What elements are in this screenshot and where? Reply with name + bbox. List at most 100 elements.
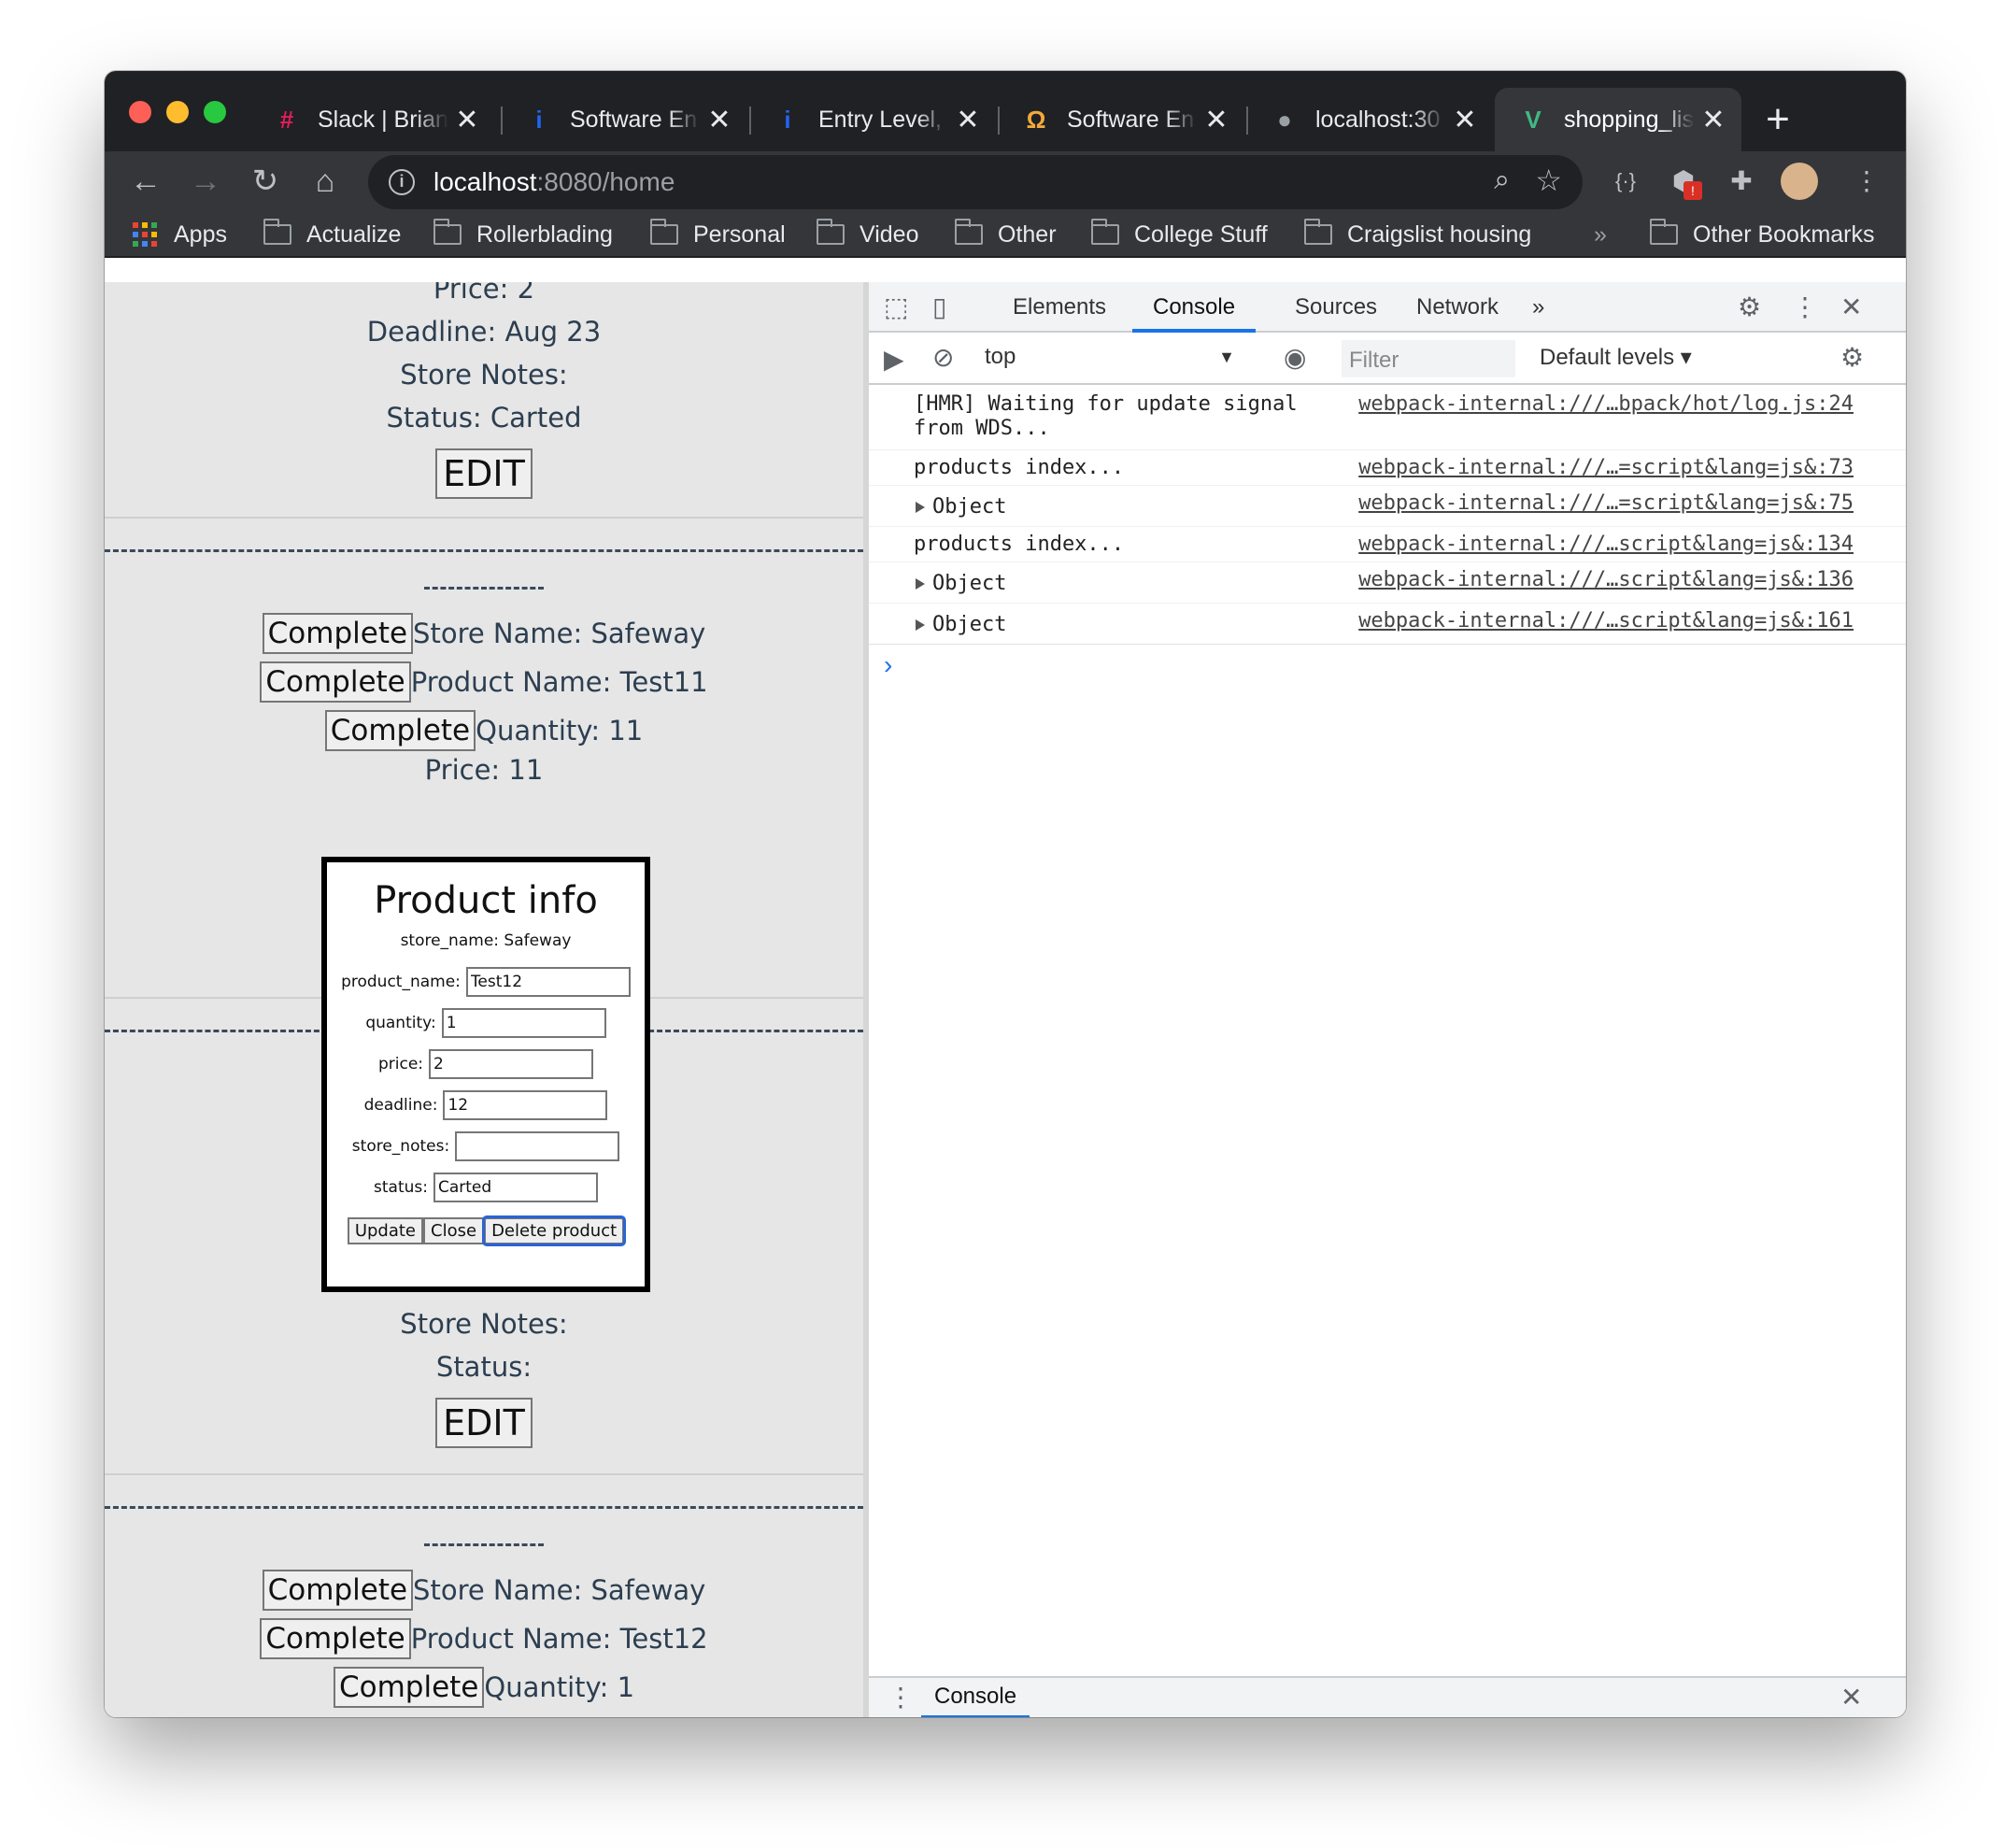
console-row[interactable]: Object webpack-internal:///…script&lang=… [869,604,1906,645]
quantity-label: quantity: [365,1014,436,1032]
avatar[interactable] [1779,161,1820,202]
device-toolbar-icon[interactable]: ▯ [932,291,946,322]
bookmark-rollerblading[interactable]: Rollerblading [433,217,613,252]
new-tab-button[interactable]: + [1754,97,1801,144]
store-notes-input[interactable] [455,1131,620,1161]
price-label: price: [377,1055,424,1073]
tab-software-engineer-2[interactable]: Ω Software En ✕ [998,88,1244,151]
close-drawer-icon[interactable]: ✕ [1840,1682,1862,1713]
extension-icon[interactable]: {·} [1605,161,1646,202]
bookmark-actualize[interactable]: Actualize [263,217,401,252]
close-icon[interactable]: ✕ [1840,291,1862,322]
back-arrow-icon[interactable]: ← [123,159,168,204]
zoom-window-button[interactable] [204,101,226,123]
complete-button[interactable]: Complete [333,1667,485,1708]
delete-product-button[interactable]: Delete product [482,1215,627,1246]
console-source-link[interactable]: webpack-internal:///…=script&lang=js&:75 [1358,491,1854,515]
tab-elements[interactable]: Elements [1013,282,1106,333]
forward-arrow-icon[interactable]: → [183,159,228,204]
close-tab-icon[interactable]: ✕ [1198,104,1235,136]
indeed-icon: i [535,105,543,134]
close-window-button[interactable] [129,101,151,123]
update-button[interactable]: Update [347,1217,424,1244]
status-input[interactable] [433,1173,598,1202]
tab-network[interactable]: Network [1416,282,1499,333]
close-tab-icon[interactable]: ✕ [949,104,987,136]
quantity-input[interactable] [441,1008,606,1038]
more-tabs-button[interactable]: » [1532,282,1544,333]
close-tab-icon[interactable]: ✕ [1446,104,1484,136]
tab-slack[interactable]: # Slack | Brian ✕ [249,88,495,151]
menu-kebab-icon[interactable]: ⋮ [1846,161,1887,202]
close-tab-icon[interactable]: ✕ [1695,104,1732,136]
tab-software-engineer-1[interactable]: i Software En ✕ [501,88,747,151]
edit-button[interactable]: EDIT [435,1398,533,1448]
complete-button[interactable]: Complete [260,1618,411,1659]
extensions-puzzle-icon[interactable]: ✚ [1721,161,1762,202]
tab-shopping-list[interactable]: V shopping_lis ✕ [1495,88,1741,151]
store-notes-label: store_notes: [351,1137,450,1156]
deadline-input[interactable] [443,1090,608,1120]
price-input[interactable] [429,1049,594,1079]
complete-button[interactable]: Complete [262,1570,414,1611]
context-selector[interactable]: top ▼ [968,344,1248,376]
console-message: products index... [914,456,1125,479]
tab-sources[interactable]: Sources [1295,282,1377,333]
tab-localhost[interactable]: ● localhost:30 ✕ [1246,88,1493,151]
console-row[interactable]: Object webpack-internal:///…script&lang=… [869,562,1906,604]
info-icon[interactable]: i [389,169,415,195]
edit-button[interactable]: EDIT [435,448,533,499]
minimize-window-button[interactable] [166,101,189,123]
console-prompt[interactable]: › [884,650,892,680]
log-levels-dropdown[interactable]: Default levels ▾ [1540,344,1692,371]
tab-entry-level[interactable]: i Entry Level, ✕ [749,88,996,151]
filter-placeholder: Filter [1349,348,1399,373]
zoom-icon[interactable]: ⌕ [1494,164,1510,196]
gear-icon[interactable]: ⚙ [1738,291,1761,322]
drawer-menu-icon[interactable]: ⋮ [888,1682,914,1713]
complete-button[interactable]: Complete [260,661,411,703]
product-name-row: Complete Product Name: Test11 [105,661,863,703]
console-source-link[interactable]: webpack-internal:///…script&lang=js&:136 [1358,568,1854,591]
expand-triangle-icon[interactable] [916,502,925,513]
product-name-input[interactable] [465,967,631,997]
folder-icon [1303,219,1332,245]
address-bar[interactable]: i localhost:8080/home ⌕ ☆ [368,155,1583,209]
bookmark-personal[interactable]: Personal [649,217,786,252]
close-button[interactable]: Close [423,1217,485,1244]
tab-title: Software En [1067,106,1195,133]
console-source-link[interactable]: webpack-internal:///…=script&lang=js&:73 [1358,456,1854,479]
console-settings-gear-icon[interactable]: ⚙ [1840,342,1864,373]
console-row[interactable]: Object webpack-internal:///…=script&lang… [869,486,1906,527]
close-tab-icon[interactable]: ✕ [448,104,486,136]
bookmark-college-stuff[interactable]: College Stuff [1090,217,1268,252]
sidebar-toggle-icon[interactable]: ▶ [884,344,904,375]
tab-console[interactable]: Console [1132,282,1257,333]
drawer-tab-console[interactable]: Console [921,1678,1030,1717]
expand-triangle-icon[interactable] [916,578,925,590]
reload-icon[interactable]: ↻ [243,159,288,204]
inspect-element-icon[interactable]: ⬚ [884,291,908,322]
eye-icon[interactable]: ◉ [1284,342,1306,373]
console-source-link[interactable]: webpack-internal:///…bpack/hot/log.js:24 [1358,392,1854,416]
console-source-link[interactable]: webpack-internal:///…script&lang=js&:161 [1358,609,1854,633]
console-source-link[interactable]: webpack-internal:///…script&lang=js&:134 [1358,533,1854,556]
clear-console-icon[interactable]: ⊘ [932,342,954,373]
bookmarks-overflow-button[interactable]: » [1594,217,1607,252]
close-tab-icon[interactable]: ✕ [701,104,738,136]
bookmark-apps[interactable]: Apps [133,217,227,252]
bookmark-video[interactable]: Video [816,217,919,252]
bookmark-other[interactable]: Other [954,217,1057,252]
menu-kebab-icon[interactable]: ⋮ [1792,291,1818,322]
home-icon[interactable]: ⌂ [303,159,348,204]
bookmark-craigslist-housing[interactable]: Craigslist housing [1303,217,1531,252]
complete-button[interactable]: Complete [324,710,476,751]
expand-triangle-icon[interactable] [916,619,925,631]
filter-input[interactable]: Filter [1342,340,1515,377]
url-text[interactable]: localhost:8080/home [433,167,675,197]
complete-button[interactable]: Complete [262,613,414,654]
bookmark-star-icon[interactable]: ☆ [1535,163,1562,198]
console-row: [HMR] Waiting for update signal from WDS… [869,387,1906,450]
extension-badge-icon[interactable]: ⬢! [1663,161,1704,202]
bookmark-other-bookmarks[interactable]: Other Bookmarks [1649,217,1875,252]
